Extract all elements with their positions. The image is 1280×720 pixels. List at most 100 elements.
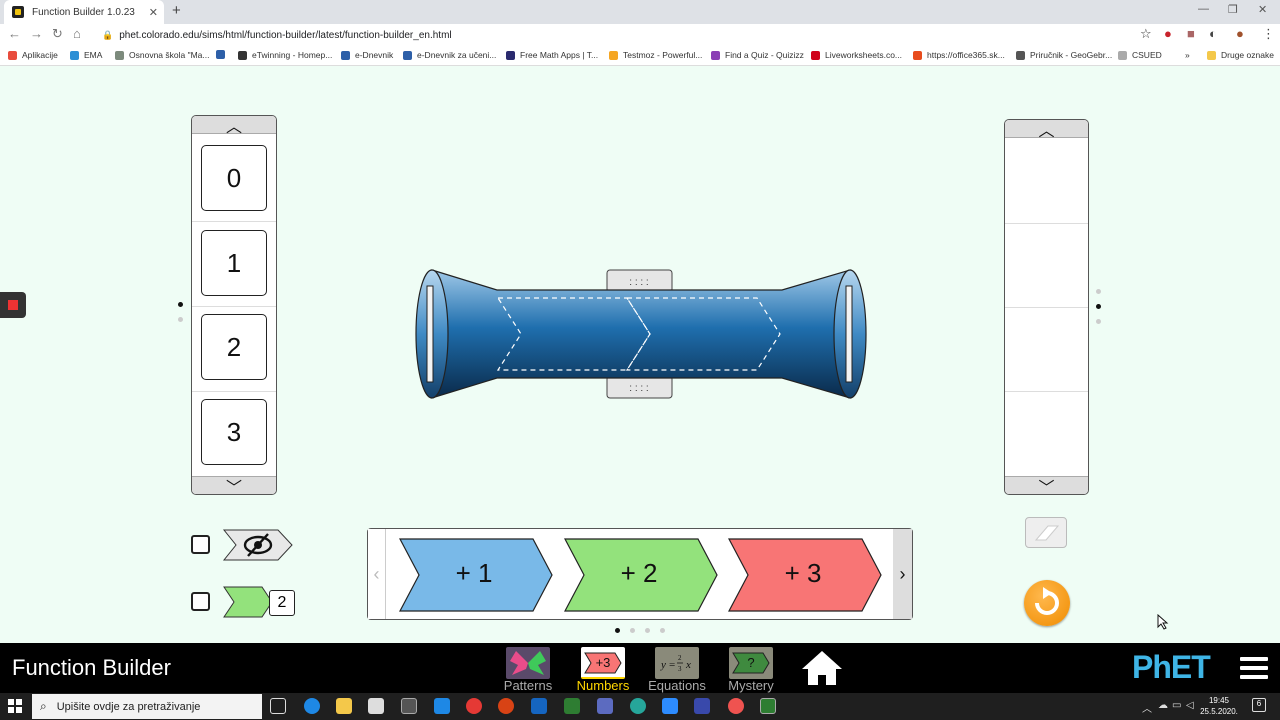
bookmark-item[interactable]: e-Dnevnik [341, 50, 393, 60]
bookmark-item[interactable]: Free Math Apps | T... [506, 50, 598, 60]
onedrive-icon[interactable]: ☁ [1158, 700, 1168, 711]
function-carousel: ‹ + 1 + 2 + 3 › [367, 528, 913, 620]
edge-icon[interactable] [304, 698, 320, 714]
eraser-button[interactable] [1025, 517, 1067, 548]
excel-icon[interactable] [760, 698, 776, 714]
powerpoint-icon[interactable] [498, 698, 514, 714]
divider [1005, 391, 1088, 392]
bookmarks-bar: Aplikacije EMA Osnovna škola "Ma... eTwi… [0, 46, 1280, 66]
screen-mystery-button[interactable]: ? Mystery [719, 645, 783, 693]
bookmark-item[interactable]: Osnovna škola "Ma... [115, 50, 210, 60]
excel-icon[interactable] [564, 698, 580, 714]
reset-all-button[interactable] [1024, 580, 1070, 626]
bookmark-icon [913, 50, 922, 60]
mouse-cursor-icon [1157, 614, 1169, 630]
tray-chevron-icon[interactable]: ︿ [1142, 700, 1152, 715]
output-page-dot[interactable] [1096, 304, 1101, 309]
bookmark-item[interactable]: CSUED [1118, 50, 1162, 60]
function-carousel-right-button[interactable]: › [893, 529, 912, 619]
output-down-button[interactable]: ﹀ [1005, 476, 1088, 494]
input-carousel: ︿ 0 1 2 3 ﹀ [191, 115, 277, 495]
home-button[interactable] [800, 649, 844, 687]
star-icon[interactable]: ☆ [1140, 26, 1152, 42]
tab-title: Function Builder 1.0.23 [32, 6, 135, 18]
function-page-dot[interactable] [630, 628, 635, 633]
app-icon[interactable] [728, 698, 744, 714]
volume-icon[interactable]: ◁ [1186, 700, 1194, 711]
input-page-dot[interactable] [178, 317, 183, 322]
teams-icon[interactable] [597, 698, 613, 714]
divider [1005, 223, 1088, 224]
bookmark-item[interactable]: e-Dnevnik za učeni... [403, 50, 496, 60]
screen-numbers-button[interactable]: +3 Numbers [571, 645, 635, 693]
address-bar[interactable]: 🔒 phet.colorado.edu/sims/html/function-b… [94, 26, 1160, 44]
function-page-dot[interactable] [660, 628, 665, 633]
pinterest-icon[interactable]: ● [1164, 26, 1172, 41]
bookmark-item[interactable]: EMA [70, 50, 102, 60]
avatar[interactable]: ● [1236, 26, 1244, 41]
phet-menu-icon[interactable] [1240, 657, 1268, 681]
output-page-dot[interactable] [1096, 289, 1101, 294]
bookmark-item[interactable]: Testmoz - Powerful... [609, 50, 702, 60]
duplicate-checkbox[interactable] [191, 592, 210, 611]
bookmark-item[interactable]: eTwinning - Homep... [238, 50, 332, 60]
function-page-dot[interactable] [615, 628, 620, 633]
input-up-button[interactable]: ︿ [192, 116, 276, 136]
windows-start-icon[interactable] [8, 699, 22, 713]
screen-patterns-button[interactable]: Patterns [496, 645, 560, 693]
input-card[interactable]: 0 [201, 145, 267, 211]
calculator-icon[interactable] [401, 698, 417, 714]
bookmarks-overflow[interactable]: » [1185, 50, 1190, 60]
hide-functions-checkbox[interactable] [191, 535, 210, 554]
app-icon[interactable] [694, 698, 710, 714]
store-icon[interactable] [368, 698, 384, 714]
notifications-icon[interactable]: 6 [1252, 698, 1266, 712]
function-label: + 1 [455, 558, 493, 588]
chrome-icon[interactable] [466, 698, 482, 714]
extension-icon[interactable]: ■ [1187, 26, 1195, 41]
stop-icon[interactable] [0, 292, 26, 318]
output-page-dot[interactable] [1096, 319, 1101, 324]
back-icon[interactable]: ← [8, 26, 21, 41]
new-tab-button[interactable]: + [172, 2, 181, 19]
word-icon[interactable] [531, 698, 547, 714]
function-carousel-left-button[interactable]: ‹ [368, 529, 386, 619]
bookmark-item[interactable]: Aplikacije [8, 50, 58, 60]
forward-icon[interactable]: → [30, 26, 43, 41]
restore-button[interactable]: ❐ [1228, 3, 1238, 16]
function-page-dot[interactable] [645, 628, 650, 633]
taskbar-search-input[interactable]: ⌕ Upišite ovdje za pretraživanje [32, 694, 262, 719]
input-page-dot[interactable] [178, 302, 183, 307]
minimize-button[interactable]: — [1198, 3, 1209, 15]
bookmark-item[interactable]: Liveworksheets.co... [811, 50, 902, 60]
input-card[interactable]: 2 [201, 314, 267, 380]
zoom-icon[interactable] [662, 698, 678, 714]
input-card[interactable]: 3 [201, 399, 267, 465]
output-up-button[interactable]: ︿ [1005, 120, 1088, 140]
input-down-button[interactable]: ﹀ [192, 476, 276, 494]
tab-close-icon[interactable]: ✕ [149, 6, 158, 19]
phet-logo[interactable]: PhET [1132, 649, 1211, 686]
screen-label: Numbers [576, 678, 630, 693]
bookmark-item[interactable]: Priručnik - GeoGebr... [1016, 50, 1112, 60]
app-icon[interactable] [630, 698, 646, 714]
screen-equations-button[interactable]: y = 2 3 x Equations [645, 645, 709, 693]
browser-tab[interactable]: Function Builder 1.0.23 ✕ [4, 0, 164, 24]
mail-icon[interactable] [434, 698, 450, 714]
close-window-button[interactable]: ✕ [1258, 3, 1267, 16]
extension-icon[interactable]: ◐ [1209, 26, 1217, 41]
menu-dots-icon[interactable]: ⋮ [1262, 26, 1275, 42]
reload-icon[interactable]: ↻ [52, 26, 63, 42]
url-text: phet.colorado.edu/sims/html/function-bui… [119, 29, 452, 41]
network-icon[interactable]: ▭ [1172, 700, 1181, 711]
function-label: + 2 [620, 558, 658, 588]
task-view-icon[interactable] [270, 698, 286, 714]
bookmark-item[interactable]: Find a Quiz - Quizizz [711, 50, 804, 60]
other-bookmarks[interactable]: Druge oznake [1207, 50, 1274, 60]
file-explorer-icon[interactable] [336, 698, 352, 714]
taskbar-clock[interactable]: 19:45 25.5.2020. [1198, 695, 1240, 717]
input-card[interactable]: 1 [201, 230, 267, 296]
bookmark-item[interactable] [216, 50, 230, 59]
home-icon[interactable]: ⌂ [73, 26, 81, 41]
bookmark-item[interactable]: https://office365.sk... [913, 50, 1005, 60]
